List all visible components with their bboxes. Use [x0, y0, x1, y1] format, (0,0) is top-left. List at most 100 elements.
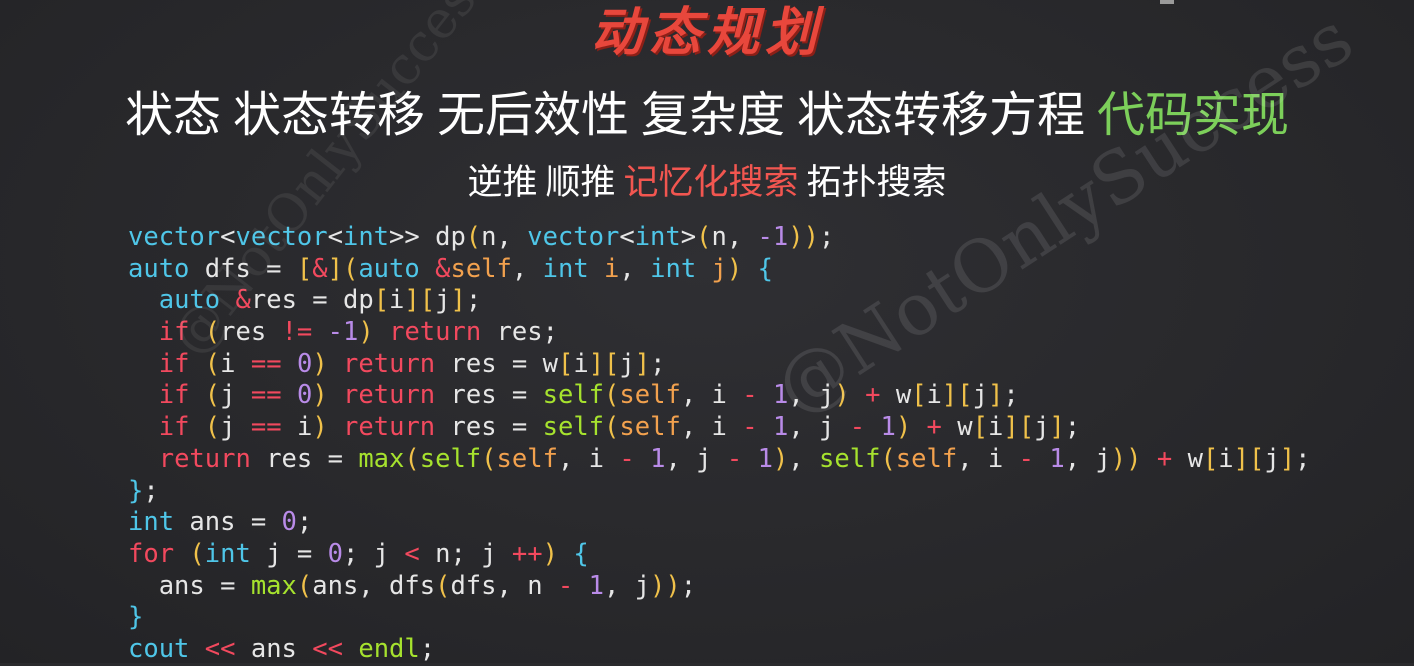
code-token: res = w	[435, 348, 558, 379]
code-token: j	[220, 412, 251, 443]
code-token: 0	[327, 538, 343, 569]
code-token: )	[358, 317, 374, 348]
code-line: cout << ans << endl;	[128, 634, 1310, 666]
code-token: i	[987, 412, 1004, 443]
code-token: n,	[711, 222, 758, 252]
code-token: +	[926, 412, 942, 443]
code-token: self	[619, 380, 681, 411]
code-token: , i	[680, 380, 743, 411]
code-token: ][	[941, 380, 973, 411]
code-token: {	[573, 538, 589, 569]
code-token: -	[619, 443, 635, 474]
code-token: res = dp	[250, 285, 374, 316]
code-token: n,	[481, 222, 528, 252]
code-token: i	[604, 253, 620, 284]
code-line: if (i == 0) return res = w[i][j];	[128, 349, 1310, 381]
topic-item: 状态	[124, 87, 221, 143]
code-token: ][	[1003, 412, 1035, 443]
code-token: [	[1202, 443, 1219, 474]
code-token: int	[342, 222, 390, 252]
topic-list: 状态 状态转移 无后效性 复杂度 状态转移方程 代码实现	[0, 80, 1414, 150]
code-token: ++	[511, 538, 543, 569]
code-token: (	[435, 570, 451, 601]
code-token: n; j	[419, 538, 512, 569]
code-token: }	[128, 602, 144, 633]
code-token: auto	[158, 285, 221, 316]
code-token: ]	[1279, 443, 1296, 474]
code-token: 0	[296, 348, 313, 379]
code-token: j	[619, 348, 635, 379]
code-token: (	[696, 222, 712, 252]
code-token: self	[542, 380, 605, 411]
code-token: ;	[1295, 443, 1311, 474]
code-token: ;	[1003, 380, 1019, 411]
code-token: ==	[250, 380, 282, 411]
code-token: j =	[250, 538, 328, 569]
code-token: >	[680, 222, 697, 252]
code-token: ;	[650, 348, 666, 379]
code-token: return	[343, 412, 436, 443]
code-token: ;	[1064, 412, 1081, 443]
code-token: {	[757, 253, 773, 284]
code-token: if	[158, 317, 190, 348]
code-token: )	[312, 380, 328, 411]
code-token: int	[128, 507, 175, 538]
code-token: i	[573, 348, 589, 379]
code-token: cout	[128, 633, 190, 664]
code-token: w	[1172, 443, 1203, 474]
code-token: +	[865, 380, 881, 411]
code-token: ][	[588, 348, 620, 379]
code-token: [	[557, 348, 574, 379]
code-token: int	[204, 538, 251, 569]
code-token: int	[542, 253, 589, 284]
code-token: res;	[481, 317, 558, 348]
code-token: j	[1264, 443, 1280, 474]
code-token: w	[941, 412, 973, 443]
code-token: [	[972, 412, 988, 443]
code-token: ]	[987, 380, 1004, 411]
code-token: auto	[358, 253, 420, 284]
code-token: -	[742, 380, 758, 411]
code-token: res =	[435, 412, 543, 443]
code-token: [	[373, 285, 390, 316]
code-token: }	[128, 475, 144, 506]
code-token: (	[481, 443, 497, 474]
code-token: ,	[788, 443, 820, 474]
code-token: self	[496, 443, 558, 474]
code-token: 1	[1049, 443, 1065, 474]
code-token: +	[1156, 443, 1173, 474]
slide: 动态规划 状态 状态转移 无后效性 复杂度 状态转移方程 代码实现 逆推 顺推 记忆化搜索 拓扑…	[0, 0, 1414, 666]
code-token: 1	[880, 412, 896, 443]
code-token: ==	[250, 412, 282, 443]
code-token: )	[312, 348, 328, 379]
code-token: ,	[511, 253, 543, 284]
code-token: <	[327, 222, 343, 252]
code-token: j	[220, 380, 251, 411]
code-token: ans, dfs	[312, 570, 436, 601]
code-token: if	[158, 380, 190, 411]
method-item: 拓扑搜索	[806, 163, 947, 203]
code-token: , j	[603, 570, 651, 601]
code-token: , j	[1064, 443, 1111, 474]
code-token: ans =	[128, 570, 251, 601]
